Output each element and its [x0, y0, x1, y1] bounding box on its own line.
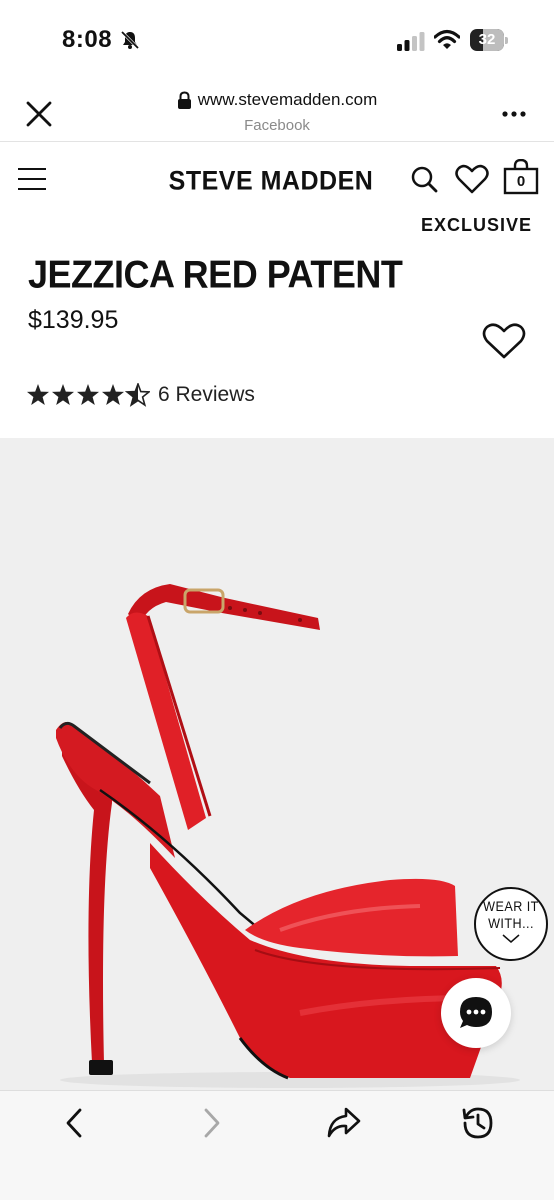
source-label: Facebook [244, 117, 310, 134]
forward-icon[interactable] [193, 1105, 229, 1141]
wishlist-heart-icon[interactable] [482, 322, 526, 360]
lock-icon [177, 91, 191, 109]
battery-indicator: 32 [470, 29, 508, 51]
signal-icon [397, 32, 425, 51]
url-text: www.stevemadden.com [197, 90, 378, 109]
wear-it-line2: WITH... [488, 915, 534, 931]
address-bar[interactable]: www.stevemadden.com Facebook [0, 90, 554, 134]
wear-it-line1: WEAR IT [483, 898, 539, 914]
exclusive-badge: EXCLUSIVE [420, 215, 532, 235]
history-icon[interactable] [460, 1105, 496, 1141]
search-icon[interactable] [410, 165, 438, 193]
bell-slash-icon [120, 30, 140, 50]
share-icon[interactable] [326, 1105, 362, 1141]
chat-icon [460, 997, 492, 1028]
heart-icon[interactable] [455, 164, 489, 194]
star-rating-icon [27, 383, 150, 406]
chevron-down-icon [502, 934, 520, 943]
browser-header: www.stevemadden.com Facebook [0, 80, 554, 142]
browser-toolbar [0, 1090, 554, 1200]
wifi-icon [434, 29, 460, 49]
back-icon[interactable] [58, 1105, 94, 1141]
status-bar: 8:08 32 [0, 0, 554, 80]
more-icon[interactable] [502, 110, 526, 118]
reviews-link[interactable]: 6 Reviews [158, 383, 255, 407]
status-time: 8:08 [62, 26, 113, 53]
chat-button[interactable] [441, 978, 511, 1048]
cart-button[interactable]: 0 [503, 159, 539, 195]
battery-level: 32 [478, 31, 496, 48]
product-price: $139.95 [28, 306, 119, 334]
product-title: JEZZICA RED PATENT [28, 252, 403, 297]
product-rating[interactable]: 6 Reviews [26, 383, 255, 407]
cart-count: 0 [516, 173, 526, 190]
wear-it-with-button[interactable]: WEAR IT WITH... [474, 887, 548, 961]
site-header: STEVE MADDEN 0 [0, 143, 554, 213]
